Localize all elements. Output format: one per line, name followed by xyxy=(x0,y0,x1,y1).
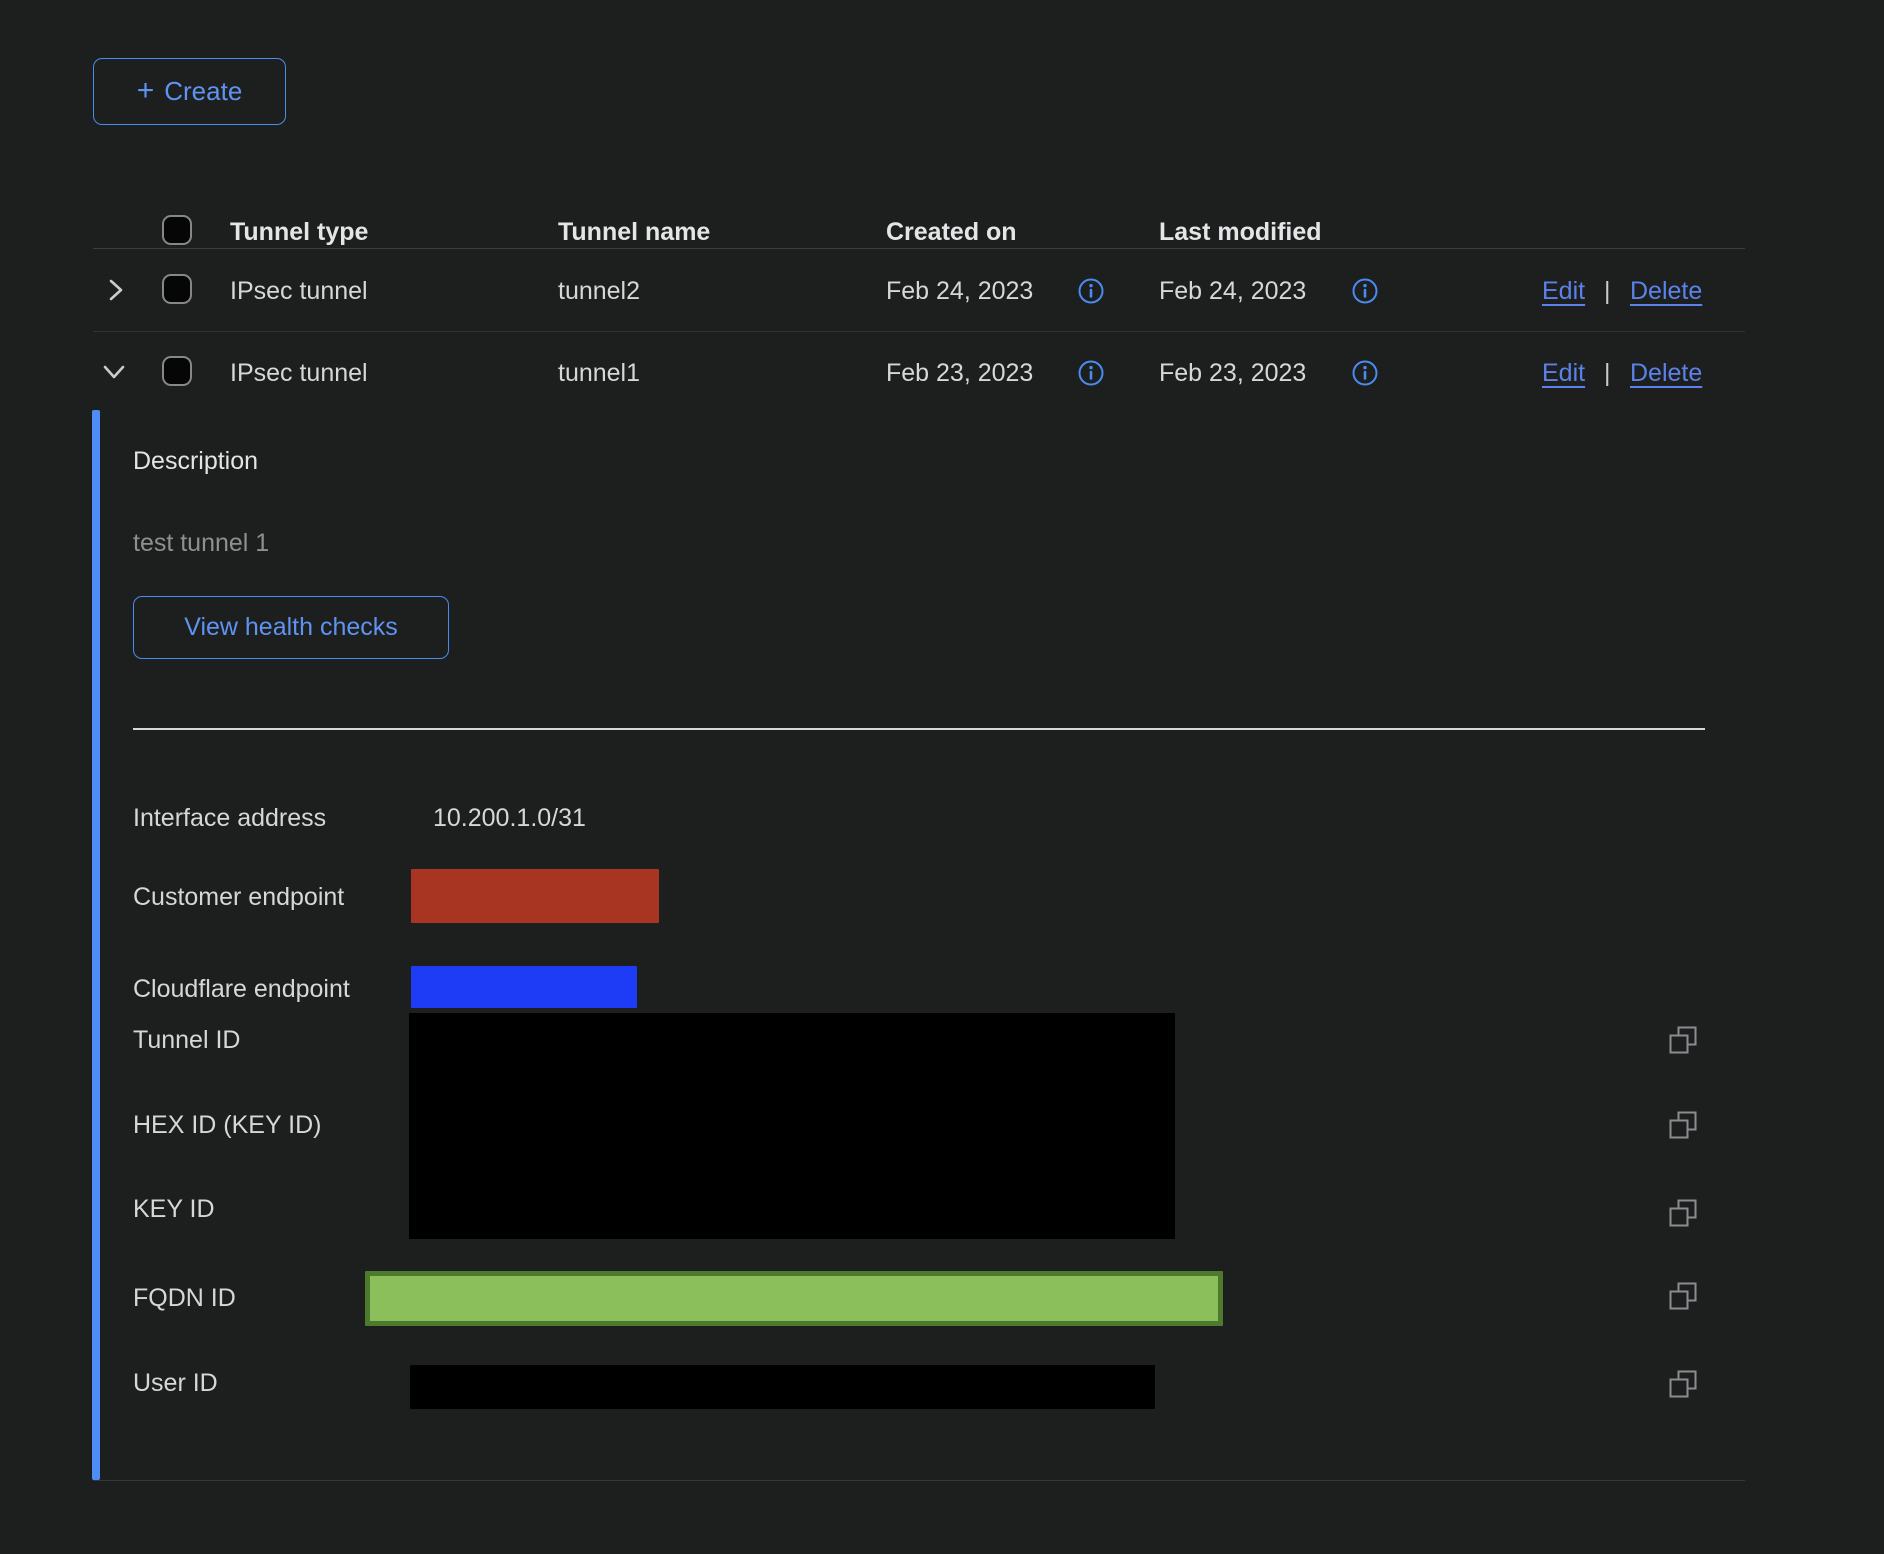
cell-tunnel-type: IPsec tunnel xyxy=(230,357,368,389)
expanded-row-accent-bar xyxy=(92,410,100,1480)
customer-endpoint-label: Customer endpoint xyxy=(133,881,344,913)
column-header-created-on: Created on xyxy=(886,216,1017,248)
row-checkbox[interactable] xyxy=(162,356,192,386)
header-divider xyxy=(93,248,1745,249)
cell-last-modified: Feb 23, 2023 xyxy=(1159,357,1306,389)
info-icon[interactable] xyxy=(1077,277,1105,310)
hex-id-label: HEX ID (KEY ID) xyxy=(133,1109,321,1141)
copy-icon[interactable] xyxy=(1666,1367,1700,1406)
column-header-tunnel-type: Tunnel type xyxy=(230,216,368,248)
delete-link[interactable]: Delete xyxy=(1630,275,1702,307)
cell-created-on: Feb 23, 2023 xyxy=(886,357,1033,389)
edit-link[interactable]: Edit xyxy=(1542,357,1585,389)
view-health-checks-button[interactable]: View health checks xyxy=(133,596,449,659)
interface-address-value: 10.200.1.0/31 xyxy=(433,802,586,834)
create-button-label: Create xyxy=(164,76,242,107)
table-bottom-divider xyxy=(93,1480,1745,1481)
key-id-label: KEY ID xyxy=(133,1193,215,1225)
info-icon[interactable] xyxy=(1351,359,1379,392)
cloudflare-endpoint-redaction xyxy=(411,966,637,1008)
fqdn-id-label: FQDN ID xyxy=(133,1282,236,1314)
info-icon[interactable] xyxy=(1077,359,1105,392)
info-icon[interactable] xyxy=(1351,277,1379,310)
view-health-checks-label: View health checks xyxy=(184,613,398,642)
cell-last-modified: Feb 24, 2023 xyxy=(1159,275,1306,307)
copy-icon[interactable] xyxy=(1666,1196,1700,1235)
customer-endpoint-redaction xyxy=(411,869,659,923)
user-id-redaction xyxy=(410,1365,1155,1409)
chevron-right-icon[interactable] xyxy=(102,277,128,303)
column-header-last-modified: Last modified xyxy=(1159,216,1322,248)
chevron-down-icon[interactable] xyxy=(100,359,128,385)
cell-tunnel-name: tunnel2 xyxy=(558,275,640,307)
create-button[interactable]: + Create xyxy=(93,58,286,125)
column-header-tunnel-name: Tunnel name xyxy=(558,216,710,248)
user-id-label: User ID xyxy=(133,1367,218,1399)
plus-icon: + xyxy=(137,78,155,104)
select-all-checkbox[interactable] xyxy=(162,215,192,245)
copy-icon[interactable] xyxy=(1666,1108,1700,1147)
delete-link[interactable]: Delete xyxy=(1630,357,1702,389)
row-checkbox[interactable] xyxy=(162,274,192,304)
cell-tunnel-name: tunnel1 xyxy=(558,357,640,389)
row-divider xyxy=(93,331,1745,332)
cell-created-on: Feb 24, 2023 xyxy=(886,275,1033,307)
copy-icon[interactable] xyxy=(1666,1023,1700,1062)
tunnels-page: + Create Tunnel type Tunnel name Created… xyxy=(0,0,1884,1554)
action-separator: | xyxy=(1604,357,1611,389)
edit-link[interactable]: Edit xyxy=(1542,275,1585,307)
action-separator: | xyxy=(1604,275,1611,307)
cloudflare-endpoint-label: Cloudflare endpoint xyxy=(133,973,350,1005)
copy-icon[interactable] xyxy=(1666,1279,1700,1318)
fqdn-id-redaction xyxy=(365,1271,1223,1326)
interface-address-label: Interface address xyxy=(133,802,326,834)
tunnel-id-label: Tunnel ID xyxy=(133,1024,240,1056)
description-label: Description xyxy=(133,445,258,477)
cell-tunnel-type: IPsec tunnel xyxy=(230,275,368,307)
description-value: test tunnel 1 xyxy=(133,527,269,559)
section-divider xyxy=(133,728,1705,730)
ids-redaction-block xyxy=(409,1013,1175,1239)
